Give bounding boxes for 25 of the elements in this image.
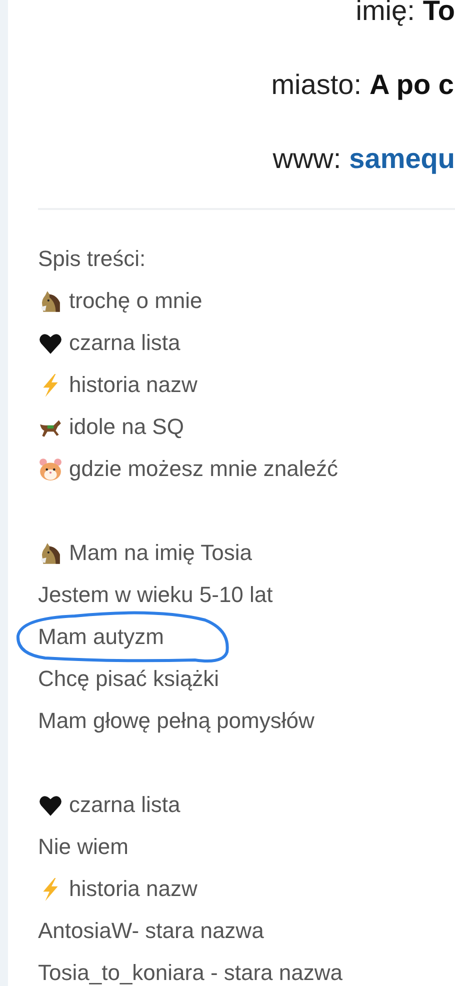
- hamster-icon: [38, 456, 63, 482]
- list-item-text: czarna lista: [69, 792, 180, 818]
- field-value: A po c: [369, 68, 454, 102]
- list-item-text: historia nazw: [69, 372, 198, 398]
- list-item-text: Mam autyzm: [38, 624, 164, 650]
- horse-head-icon: [38, 288, 63, 314]
- list-item-text: Tosia_to_koniara - stara nazwa: [38, 960, 342, 986]
- field-label: www:: [272, 142, 342, 176]
- horse-head-icon: [38, 540, 63, 566]
- website-link[interactable]: samequ: [349, 141, 455, 177]
- list-item-text: AntosiaW- stara nazwa: [38, 918, 264, 944]
- field-value: To: [422, 0, 455, 28]
- list-item-text: Mam na imię Tosia: [69, 540, 252, 566]
- list-item-text: Jestem w wieku 5-10 lat: [38, 582, 273, 608]
- field-label: imię:: [356, 0, 415, 28]
- list-item-text: Chcę pisać książki: [38, 666, 219, 692]
- list-item-text: Mam głowę pełną pomysłów: [38, 708, 314, 734]
- list-item-text: czarna lista: [69, 330, 180, 356]
- list-item-text: historia nazw: [69, 876, 198, 902]
- list-item-text: idole na SQ: [69, 414, 184, 440]
- field-label: miasto:: [271, 68, 362, 102]
- list-item-text: trochę o mnie: [69, 288, 202, 314]
- list-item-text: gdzie możesz mnie znaleźć: [69, 456, 338, 482]
- list-item-text: Spis treści:: [38, 246, 146, 272]
- list-item-text: Nie wiem: [38, 834, 128, 860]
